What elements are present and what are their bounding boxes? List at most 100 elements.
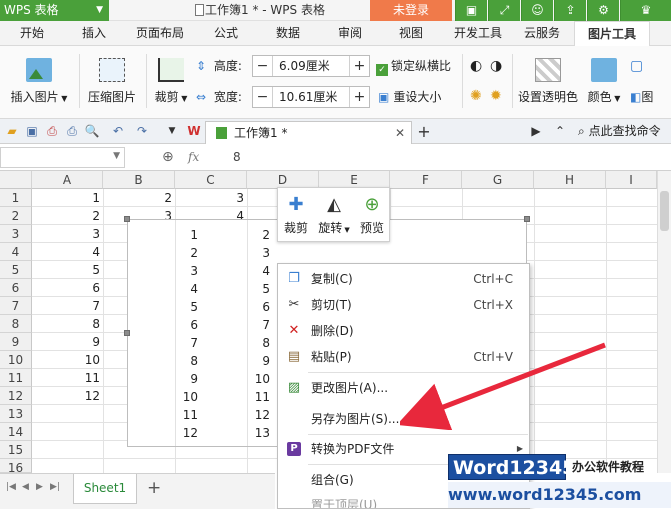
row-header[interactable]: 9 bbox=[0, 333, 32, 351]
next-sheet-icon[interactable]: ▶ bbox=[36, 482, 43, 492]
row-header[interactable]: 1 bbox=[0, 189, 32, 207]
width-input[interactable]: 10.61厘米 bbox=[279, 87, 337, 107]
fx-button[interactable]: fx bbox=[188, 150, 199, 164]
row-header[interactable]: 16 bbox=[0, 459, 32, 473]
lock-ratio-checkbox[interactable]: ✓ 锁定纵横比 bbox=[376, 55, 451, 77]
row-header[interactable]: 4 bbox=[0, 243, 32, 261]
column-header-i[interactable]: I bbox=[606, 171, 657, 189]
tab-view[interactable]: 视图 bbox=[389, 21, 433, 46]
tab-insert[interactable]: 插入 bbox=[72, 21, 116, 46]
cell-a5[interactable]: 5 bbox=[32, 263, 100, 277]
name-box[interactable]: ▼ bbox=[0, 147, 125, 168]
row-header[interactable]: 14 bbox=[0, 423, 32, 441]
cell-a2[interactable]: 2 bbox=[32, 209, 100, 223]
last-sheet-icon[interactable]: ▶| bbox=[50, 482, 60, 492]
tab-home[interactable]: 开始 bbox=[10, 21, 54, 46]
cell-a10[interactable]: 10 bbox=[32, 353, 100, 367]
tab-review[interactable]: 审阅 bbox=[328, 21, 372, 46]
set-transparent-button[interactable]: 设置透明色 bbox=[516, 58, 580, 105]
tab-developer[interactable]: 开发工具 bbox=[446, 21, 510, 46]
cell-a9[interactable]: 9 bbox=[32, 335, 100, 349]
resize-handle-top-left[interactable] bbox=[124, 216, 130, 222]
menu-item-copy[interactable]: ❐ 复制(C) Ctrl+C bbox=[278, 266, 529, 292]
row-header[interactable]: 13 bbox=[0, 405, 32, 423]
cell-a8[interactable]: 8 bbox=[32, 317, 100, 331]
minimize-ribbon-icon[interactable]: ⌃ bbox=[552, 124, 568, 139]
height-minus-button[interactable]: − bbox=[253, 56, 273, 76]
gear-icon[interactable]: ⚙ bbox=[587, 0, 619, 21]
cell-a7[interactable]: 7 bbox=[32, 299, 100, 313]
row-header[interactable]: 10 bbox=[0, 351, 32, 369]
reset-size-button[interactable]: ▣ 重设大小 bbox=[378, 86, 441, 108]
tab-data[interactable]: 数据 bbox=[266, 21, 310, 46]
width-plus-button[interactable]: + bbox=[349, 87, 369, 107]
tab-formula[interactable]: 公式 bbox=[204, 21, 248, 46]
color-button[interactable]: 颜色 ▼ bbox=[586, 58, 622, 105]
cell-a12[interactable]: 12 bbox=[32, 389, 100, 403]
row-header[interactable]: 3 bbox=[0, 225, 32, 243]
tab-picture-tools[interactable]: 图片工具 bbox=[574, 21, 650, 46]
float-rotate-button[interactable]: ◭ 旋转 ▼ bbox=[315, 191, 353, 236]
column-header-f[interactable]: F bbox=[390, 171, 462, 189]
contrast-icon[interactable]: ◑ bbox=[490, 58, 502, 74]
corner-select-all[interactable] bbox=[0, 171, 32, 189]
crop-button[interactable]: 裁剪 ▼ bbox=[152, 58, 190, 105]
zoom-icon[interactable]: ⊕ bbox=[162, 149, 174, 165]
feedback-icon[interactable]: ☺ bbox=[521, 0, 553, 21]
output-pdf-icon[interactable]: ⎙ bbox=[44, 124, 60, 139]
row-header[interactable]: 8 bbox=[0, 315, 32, 333]
column-header-g[interactable]: G bbox=[462, 171, 534, 189]
cell-c1[interactable]: 3 bbox=[175, 191, 244, 205]
first-sheet-icon[interactable]: |◀ bbox=[6, 482, 16, 492]
column-header-c[interactable]: C bbox=[175, 171, 247, 189]
close-icon[interactable]: ✕ bbox=[395, 122, 405, 144]
row-header[interactable]: 11 bbox=[0, 369, 32, 387]
column-header-b[interactable]: B bbox=[103, 171, 175, 189]
row-header[interactable]: 15 bbox=[0, 441, 32, 459]
picture-border-icon[interactable]: ▢ bbox=[630, 58, 643, 74]
resize-handle-left[interactable] bbox=[124, 330, 130, 336]
play-icon[interactable]: ▶ bbox=[528, 124, 544, 139]
column-header-h[interactable]: H bbox=[534, 171, 606, 189]
row-header[interactable]: 7 bbox=[0, 297, 32, 315]
brightness-icon[interactable]: ◐ bbox=[470, 58, 482, 74]
height-stepper[interactable]: − 6.09厘米 + bbox=[252, 55, 370, 77]
new-tab-icon[interactable]: + bbox=[416, 124, 432, 140]
login-button[interactable]: 未登录 bbox=[370, 0, 452, 21]
document-tab[interactable]: 工作簿1 * ✕ bbox=[205, 121, 412, 144]
float-preview-button[interactable]: ⊕ 预览 bbox=[355, 191, 389, 236]
width-minus-button[interactable]: − bbox=[253, 87, 273, 107]
more-commands-icon[interactable]: ▼ bbox=[164, 124, 180, 139]
row-header[interactable]: 12 bbox=[0, 387, 32, 405]
print-preview-icon[interactable]: 🔍 bbox=[84, 124, 100, 139]
row-header[interactable]: 2 bbox=[0, 207, 32, 225]
redo-icon[interactable]: ↷ bbox=[134, 124, 150, 139]
cell-a4[interactable]: 4 bbox=[32, 245, 100, 259]
height-plus-button[interactable]: + bbox=[349, 56, 369, 76]
wps-menu-button[interactable]: WPS 表格 ▼ bbox=[0, 0, 109, 21]
print-icon[interactable]: ⎙ bbox=[64, 124, 80, 139]
skin-theme-icon[interactable]: ♛ bbox=[620, 0, 671, 21]
height-input[interactable]: 6.09厘米 bbox=[279, 56, 330, 76]
wps-w-icon[interactable]: W bbox=[186, 124, 202, 139]
width-stepper[interactable]: − 10.61厘米 + bbox=[252, 86, 370, 108]
brightness-up-icon[interactable]: ✺ bbox=[470, 88, 482, 104]
undo-icon[interactable]: ↶ bbox=[110, 124, 126, 139]
float-crop-button[interactable]: ✚ 裁剪 bbox=[279, 191, 313, 236]
cell-a3[interactable]: 3 bbox=[32, 227, 100, 241]
command-search[interactable]: ⌕ 点此查找命令 bbox=[578, 123, 661, 140]
formula-input[interactable]: 8 bbox=[233, 150, 241, 164]
compress-picture-button[interactable]: 压缩图片 bbox=[85, 58, 139, 105]
add-sheet-icon[interactable]: + bbox=[147, 478, 161, 498]
skin-icon[interactable]: ▣ bbox=[455, 0, 487, 21]
menu-item-cut[interactable]: ✂ 剪切(T) Ctrl+X bbox=[278, 292, 529, 318]
tab-page-layout[interactable]: 页面布局 bbox=[128, 21, 192, 46]
cell-b1[interactable]: 2 bbox=[103, 191, 172, 205]
tab-cloud[interactable]: 云服务 bbox=[515, 21, 569, 46]
fullscreen-icon[interactable]: ⤢ bbox=[488, 0, 520, 21]
prev-sheet-icon[interactable]: ◀ bbox=[22, 482, 29, 492]
open-folder-icon[interactable]: ▰ bbox=[4, 124, 20, 139]
vertical-scrollbar[interactable] bbox=[657, 171, 671, 473]
cell-a1[interactable]: 1 bbox=[32, 191, 100, 205]
scroll-thumb[interactable] bbox=[660, 191, 669, 231]
